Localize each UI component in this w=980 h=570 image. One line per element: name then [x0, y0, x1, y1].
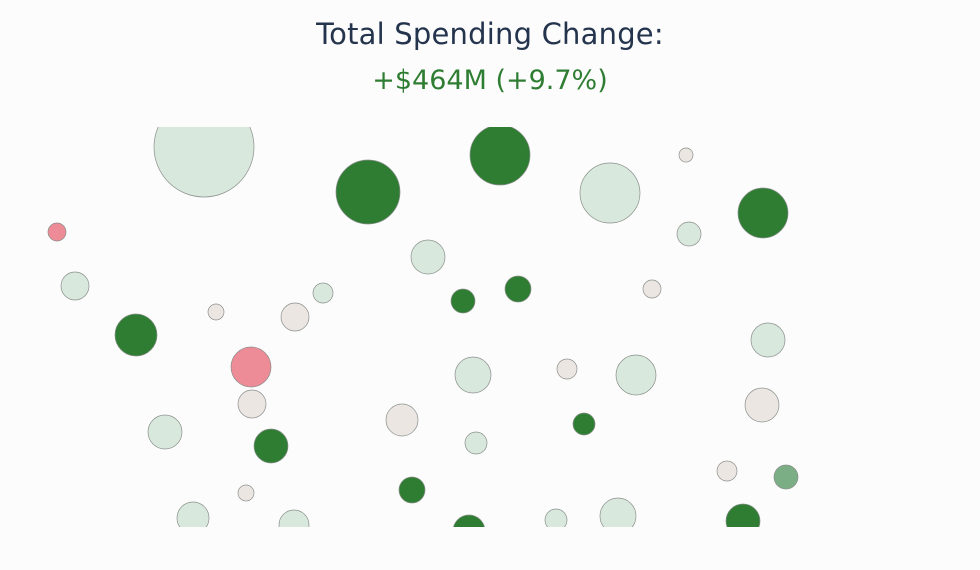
spending-change-value: +$464M (+9.7%): [372, 65, 608, 96]
bubble[interactable]: [278, 509, 310, 527]
bubble[interactable]: [453, 514, 485, 527]
bubble[interactable]: [230, 346, 272, 388]
bubble[interactable]: [147, 414, 183, 450]
bubble[interactable]: [454, 356, 492, 394]
bubble-chart-svg: [47, 127, 799, 527]
bubble[interactable]: [572, 412, 596, 436]
bubble[interactable]: [398, 476, 426, 504]
bubble[interactable]: [544, 508, 568, 527]
bubble[interactable]: [504, 275, 532, 303]
bubble[interactable]: [615, 354, 657, 396]
bubble[interactable]: [750, 322, 786, 358]
bubble[interactable]: [60, 271, 90, 301]
bubble[interactable]: [737, 187, 789, 239]
bubble[interactable]: [335, 159, 401, 225]
bubble[interactable]: [464, 431, 488, 455]
bubble[interactable]: [114, 313, 158, 357]
bubble[interactable]: [410, 239, 446, 275]
bubble[interactable]: [153, 127, 255, 198]
bubble[interactable]: [642, 279, 662, 299]
bubble[interactable]: [47, 222, 67, 242]
bubble[interactable]: [773, 464, 799, 490]
bubble[interactable]: [725, 503, 761, 527]
chart-header: Total Spending Change: +$464M (+9.7%): [0, 14, 980, 101]
bubble[interactable]: [280, 302, 310, 332]
bubble[interactable]: [678, 147, 694, 163]
bubble[interactable]: [312, 282, 334, 304]
bubble[interactable]: [207, 303, 225, 321]
bubble[interactable]: [599, 497, 637, 527]
bubble[interactable]: [676, 221, 702, 247]
bubble[interactable]: [556, 358, 578, 380]
bubble[interactable]: [237, 484, 255, 502]
bubble[interactable]: [385, 403, 419, 437]
bubble[interactable]: [579, 162, 641, 224]
bubble[interactable]: [744, 387, 780, 423]
bubble[interactable]: [469, 127, 531, 186]
bubble[interactable]: [253, 428, 289, 464]
bubble[interactable]: [237, 389, 267, 419]
bubble[interactable]: [450, 288, 476, 314]
chart-title: Total Spending Change:: [316, 17, 664, 51]
bubble[interactable]: [716, 460, 738, 482]
bubble-chart: [0, 127, 980, 527]
bubble[interactable]: [176, 501, 210, 527]
